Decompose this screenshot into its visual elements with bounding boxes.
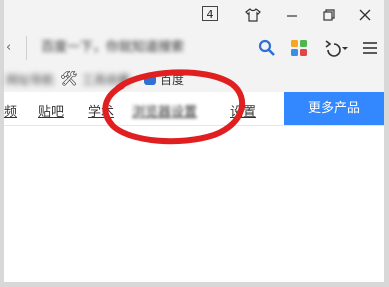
bookmark-item[interactable]: 网址导航 xyxy=(6,70,56,88)
shirt-icon[interactable] xyxy=(242,4,264,26)
bookmark-label: 工具收藏 xyxy=(81,72,130,87)
search-icon[interactable] xyxy=(256,37,278,59)
window-border-right xyxy=(384,0,389,287)
nav-item-tieba[interactable]: 贴吧 xyxy=(38,101,64,120)
back-chevron-icon[interactable]: ‹ xyxy=(6,40,11,55)
nav-item-label: 浏览器设置 xyxy=(132,105,198,120)
title-bar: 4 xyxy=(4,0,384,30)
nav-item-video[interactable]: 频 xyxy=(4,101,17,120)
address-toolbar: ‹ 百度一下，你就知道搜索 xyxy=(4,30,384,67)
baidu-paw-icon xyxy=(144,73,156,85)
more-products-button[interactable]: 更多产品 xyxy=(284,92,384,125)
page-nav-bar: 频 贴吧 学术 浏览器设置 设置 更多产品 xyxy=(4,92,384,126)
address-bar[interactable]: 百度一下，你就知道搜索 xyxy=(26,36,234,60)
bookmark-label: 百度 xyxy=(160,72,185,87)
bookmark-item[interactable]: 百度 xyxy=(144,70,184,88)
page-content xyxy=(4,126,384,282)
nav-item-browser-settings[interactable]: 浏览器设置 xyxy=(132,101,197,120)
apps-icon[interactable] xyxy=(288,37,310,59)
nav-item-xueshu[interactable]: 学术 xyxy=(88,101,114,120)
nav-item-settings[interactable]: 设置 xyxy=(230,101,256,120)
tab-count-badge[interactable]: 4 xyxy=(202,6,218,21)
close-icon[interactable] xyxy=(354,4,376,26)
bookmark-item[interactable]: 🛠 工具收藏 xyxy=(60,70,130,88)
minimize-icon[interactable] xyxy=(281,4,303,26)
menu-icon[interactable] xyxy=(359,37,381,59)
bookmark-label: 网址导航 xyxy=(6,72,55,87)
address-text: 百度一下，你就知道搜索 xyxy=(41,40,185,55)
undo-icon[interactable] xyxy=(320,37,350,59)
tools-icon: 🛠 xyxy=(60,71,78,87)
bookmarks-bar: 网址导航 🛠 工具收藏 百度 xyxy=(4,66,384,92)
window-border-bottom xyxy=(0,282,389,287)
restore-icon[interactable] xyxy=(318,4,340,26)
